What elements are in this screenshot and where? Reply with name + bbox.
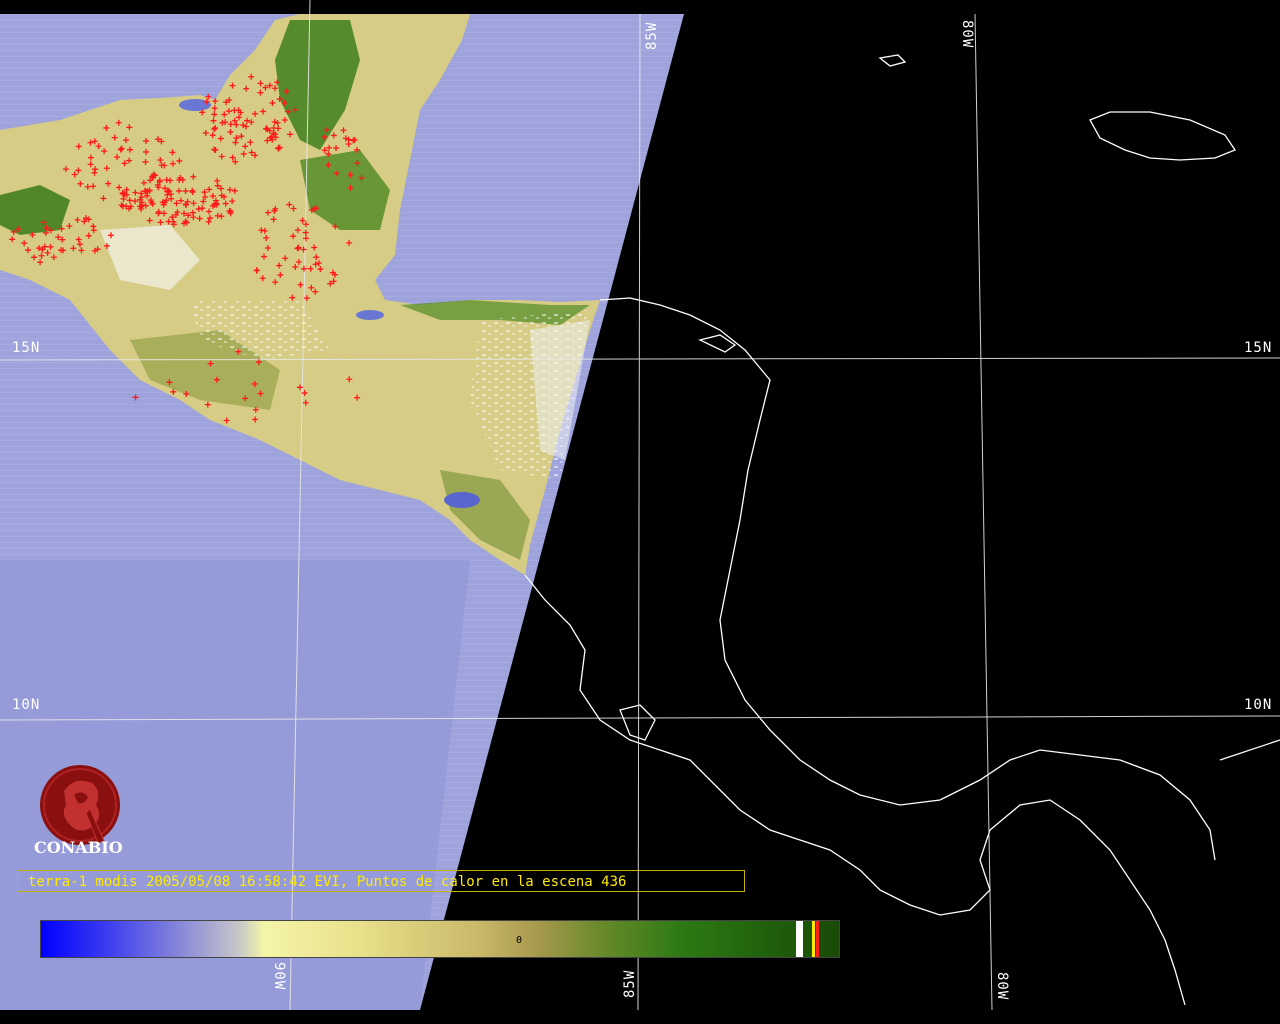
evi-colorbar — [40, 920, 840, 958]
scene-caption: terra-1 modis 2005/05/08 16:58:42 EVI, P… — [17, 870, 745, 892]
colorbar-white-band — [796, 921, 803, 957]
lat-label-10n-left: 10N — [12, 697, 41, 713]
lon-label-85w-top: 85W — [644, 21, 660, 50]
lat-label-10n-right: 10N — [1244, 697, 1273, 713]
lat-label-15n-right: 15N — [1244, 340, 1273, 356]
colorbar-red-band — [816, 921, 819, 957]
lon-label-80w-bottom: 80W — [994, 972, 1010, 1001]
colorbar-yellow-band — [812, 921, 815, 957]
lon-label-90w-bottom: 90W — [271, 962, 287, 991]
colorbar-zero-label: 0 — [516, 935, 523, 946]
lon-label-85w-bottom: 85W — [622, 969, 638, 998]
lat-label-15n-left: 15N — [12, 340, 41, 356]
lake-izabal — [356, 310, 384, 320]
lake-nicaragua — [444, 492, 480, 508]
lon-label-80w-top: 80W — [959, 20, 975, 49]
logo-text: CONABIO — [34, 838, 123, 857]
